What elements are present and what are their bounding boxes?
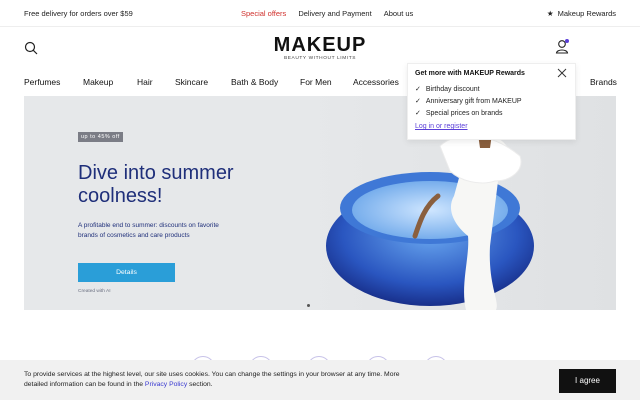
nav-brands[interactable]: Brands	[590, 77, 617, 87]
account-button[interactable]	[555, 39, 569, 54]
rewards-popup: Get more with MAKEUP Rewards ✓ Birthday d…	[407, 63, 576, 140]
free-delivery-text: Free delivery for orders over $59	[24, 9, 133, 18]
benefit-label: Anniversary gift from MAKEUP	[425, 97, 522, 105]
rewards-benefits-list: ✓ Birthday discount ✓ Anniversary gift fro…	[415, 83, 522, 119]
rewards-popup-title: Get more with MAKEUP Rewards	[415, 70, 525, 77]
nav-for-men[interactable]: For Men	[300, 77, 332, 87]
details-button[interactable]: Details	[78, 263, 175, 282]
search-icon[interactable]	[24, 41, 38, 55]
nav-bath-body[interactable]: Bath & Body	[231, 77, 278, 87]
cookie-text: To provide services at the highest level…	[24, 370, 424, 390]
nav-perfumes[interactable]: Perfumes	[24, 77, 60, 87]
privacy-policy-link[interactable]: Privacy Policy	[145, 381, 187, 388]
logo[interactable]: MAKEUP BEAUTY WITHOUT LIMITS	[268, 35, 372, 61]
top-bar: Free delivery for orders over $59 Specia…	[0, 0, 640, 26]
star-icon: ★	[546, 9, 554, 18]
hero-subtitle: A profitable end to summer: discounts on…	[78, 222, 219, 239]
benefit-label: Birthday discount	[425, 85, 480, 93]
login-register-link[interactable]: Log in or register	[415, 123, 468, 130]
delivery-payment-link[interactable]: Delivery and Payment	[298, 9, 371, 18]
carousel-dot[interactable]	[307, 304, 310, 307]
special-offers-link[interactable]: Special offers	[241, 9, 286, 18]
makeup-rewards-link[interactable]: ★ Makeup Rewards	[547, 9, 616, 18]
makeup-rewards-label: Makeup Rewards	[557, 9, 616, 18]
close-icon[interactable]	[557, 68, 567, 78]
nav-hair[interactable]: Hair	[137, 77, 153, 87]
benefit-label: Special prices on brands	[425, 109, 503, 117]
logo-tagline: BEAUTY WITHOUT LIMITS	[283, 56, 357, 61]
cookie-banner: To provide services at the highest level…	[0, 360, 640, 400]
discount-badge: up to 45% off	[78, 132, 123, 142]
hero-headline: Dive into summer coolness!	[78, 162, 234, 207]
notification-dot	[565, 39, 569, 43]
created-with-ai-label: Created with AI	[78, 289, 111, 294]
nav-makeup[interactable]: Makeup	[83, 77, 113, 87]
about-us-link[interactable]: About us	[384, 9, 414, 18]
logo-text: MAKEUP	[273, 34, 367, 56]
agree-button[interactable]: I agree	[559, 369, 616, 393]
check-icon: ✓	[415, 86, 421, 93]
hero-product-image	[326, 126, 534, 310]
check-icon: ✓	[415, 110, 421, 117]
benefit-item: ✓ Anniversary gift from MAKEUP	[415, 95, 522, 107]
nav-skincare[interactable]: Skincare	[175, 77, 208, 87]
top-links: Special offers Delivery and Payment Abou…	[241, 9, 413, 18]
nav-accessories[interactable]: Accessories	[353, 77, 399, 87]
cookie-text-part: section.	[187, 381, 213, 388]
check-icon: ✓	[415, 98, 421, 105]
benefit-item: ✓ Birthday discount	[415, 83, 522, 95]
benefit-item: ✓ Special prices on brands	[415, 107, 522, 119]
